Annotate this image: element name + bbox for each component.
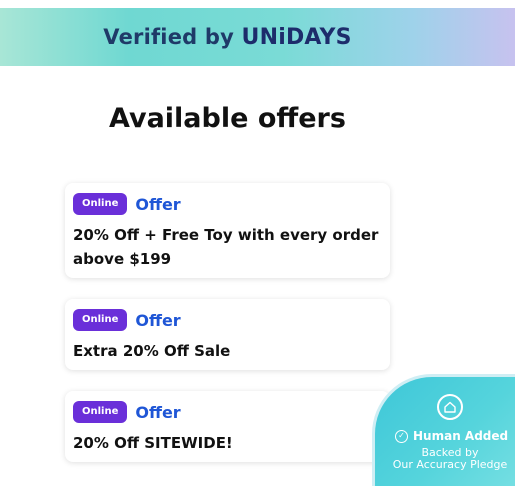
online-badge: Online — [73, 309, 128, 331]
offer-link[interactable]: Offer — [135, 311, 180, 330]
offer-description: 20% Off + Free Toy with every order abov… — [73, 226, 379, 268]
pledge-line-2: Our Accuracy Pledge — [392, 458, 508, 471]
verified-banner[interactable]: Verified by UNiDAYS — [0, 8, 515, 66]
check-circle-icon: ✓ — [395, 429, 408, 443]
offer-description: 20% Off SITEWIDE! — [73, 434, 233, 452]
unidays-logo: UNiDAYS — [241, 24, 352, 50]
banner-prefix: Verified by — [103, 24, 242, 49]
offer-card[interactable]: Online Offer 20% Off + Free Toy with eve… — [65, 183, 390, 278]
house-shield-icon — [437, 394, 463, 420]
page-title: Available offers — [109, 103, 346, 134]
offer-card[interactable]: Online Offer Extra 20% Off Sale — [65, 299, 390, 370]
online-badge: Online — [73, 193, 128, 215]
accuracy-pledge-badge[interactable]: ✓ Human Added Backed by Our Accuracy Ple… — [372, 374, 515, 486]
offer-link[interactable]: Offer — [135, 195, 180, 214]
offer-card[interactable]: Online Offer 20% Off SITEWIDE! — [65, 391, 390, 462]
banner-text: Verified by UNiDAYS — [103, 25, 411, 50]
offer-link[interactable]: Offer — [135, 403, 180, 422]
pledge-title: Human Added — [413, 429, 509, 443]
pledge-subtitle: Backed by Our Accuracy Pledge — [375, 447, 515, 471]
offer-description: Extra 20% Off Sale — [73, 342, 231, 360]
online-badge: Online — [73, 401, 128, 423]
